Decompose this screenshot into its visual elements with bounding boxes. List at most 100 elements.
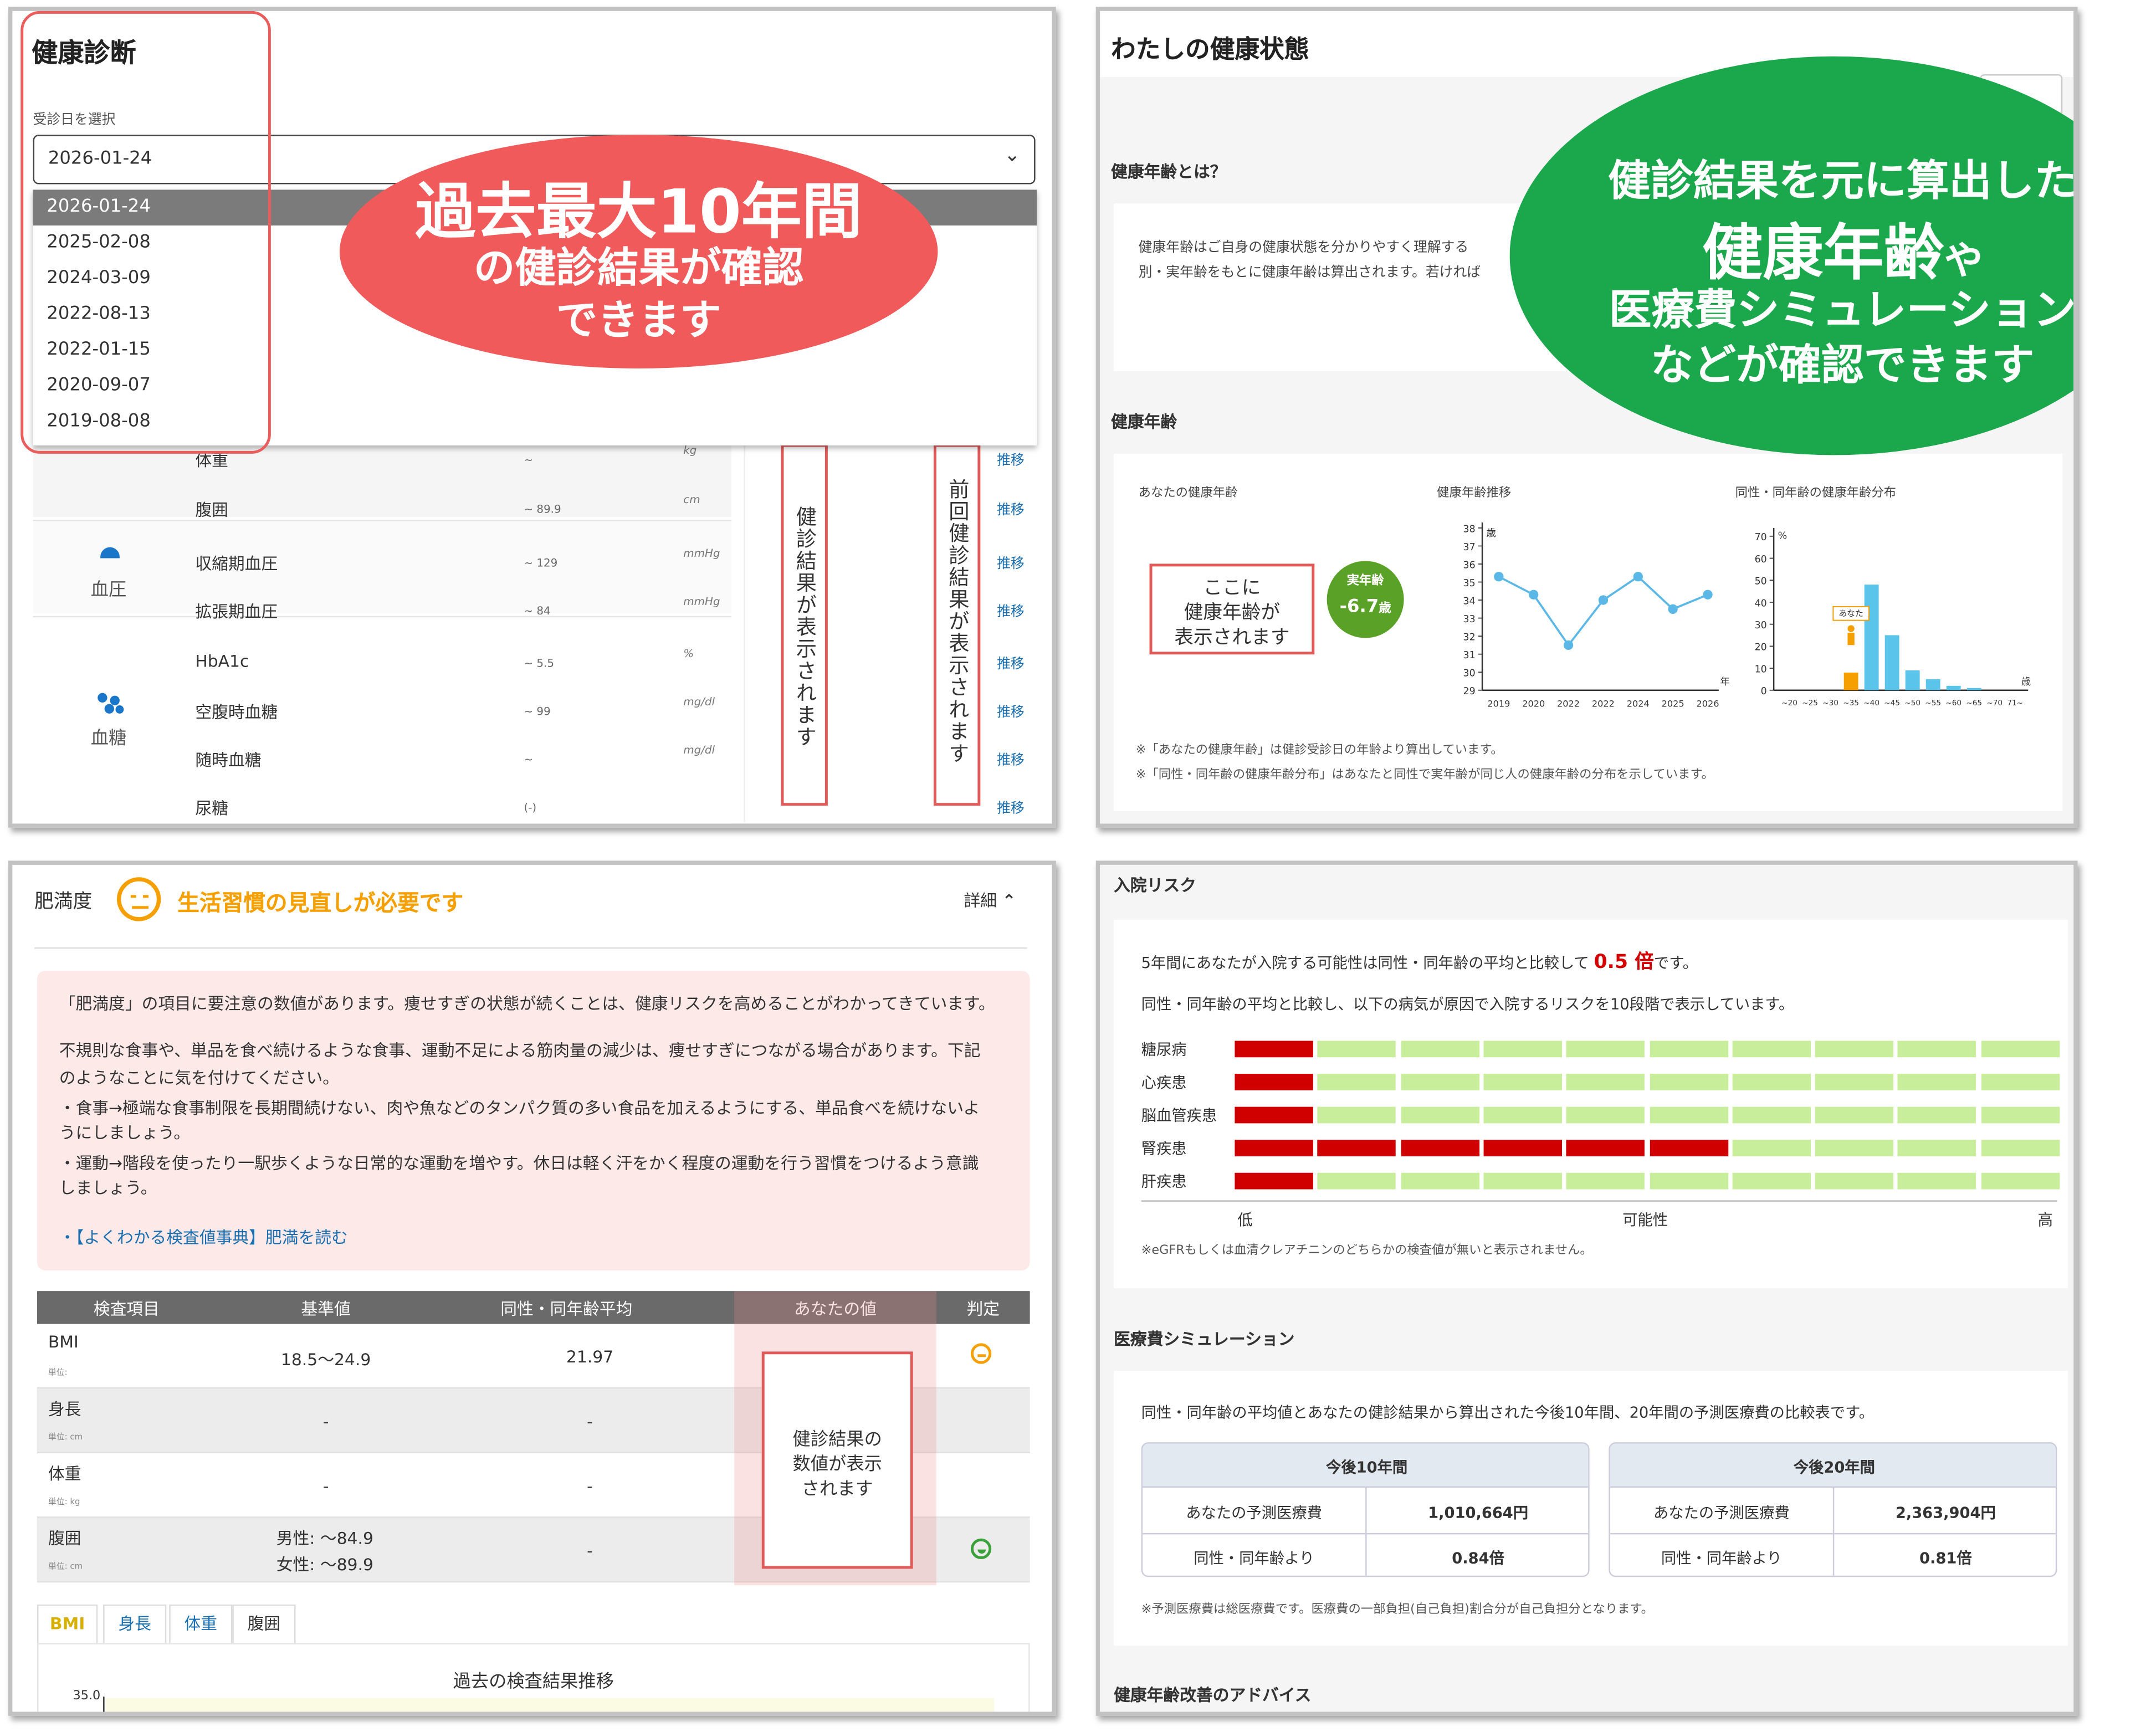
trend-chart-ytick: 35.0 <box>73 1689 101 1704</box>
obesity-status: 生活習慣の見直しが必要です <box>177 889 464 916</box>
health-age-distribution-chart: 0 10 20 30 40 50 60 70 % 歳 ~20 ~25 ~30 ~35 ~40 ~45 ~50 ~5… <box>1755 527 2031 708</box>
y-tick-label: 36 <box>1463 560 1476 571</box>
hospitalization-summary: 5年間にあなたが入院する可能性は同性・同年齢の平均と比較して 0.5 倍です。 <box>1141 951 1698 973</box>
test-item-name: 収縮期血圧 <box>195 554 278 573</box>
test-item-unit: mg/dl <box>683 695 715 708</box>
y-tick-label: 50 <box>1755 576 1767 587</box>
cost-table-20y: 今後20年間 あなたの予測医療費 2,363,904円 同性・同年齢より 0.8… <box>1609 1442 2057 1577</box>
x-tick-label: 71~ <box>2007 699 2023 708</box>
trend-link[interactable]: 推移 <box>997 796 1025 817</box>
your-value-line1: 健診結果の <box>792 1429 882 1451</box>
advice-section-title: 健康年齢改善のアドバイス <box>1114 1685 1312 1705</box>
risk-segment <box>1235 1041 1313 1058</box>
obesity-label: 肥満度 <box>34 891 93 913</box>
test-item-name: 随時血糖 <box>195 750 262 770</box>
x-tick-label: ~25 <box>1802 699 1818 708</box>
row-standard: 男性: ～84.9 <box>276 1529 373 1549</box>
risk-segment <box>1898 1074 1976 1090</box>
test-item-range: ~ 129 <box>524 557 558 570</box>
risk-segment <box>1566 1041 1645 1058</box>
risk-segment <box>1898 1140 1976 1156</box>
hospitalization-title: 入院リスク <box>1114 875 1196 895</box>
advice-text: 不規則な食事や、単品を食べ続けるような食事、運動不足による筋肉量の減少は、痩せす… <box>59 1041 981 1060</box>
face-meh-icon <box>116 877 161 921</box>
hospitalization-panel: 入院リスク 5年間にあなたが入院する可能性は同性・同年齢の平均と比較して 0.5… <box>1095 860 2078 1716</box>
risk-label: 脳血管疾患 <box>1141 1106 1217 1125</box>
trend-link[interactable]: 推移 <box>997 498 1025 518</box>
your-value-line2: 数値が表示 <box>792 1454 882 1475</box>
row-item-name: 腹囲 <box>48 1529 81 1549</box>
risk-segment <box>1649 1140 1728 1156</box>
risk-segment <box>1815 1140 1894 1156</box>
placeholder-line2: 健康年齢が <box>1184 602 1281 624</box>
judgement-meh-icon <box>970 1343 992 1364</box>
y-tick-label: 29 <box>1463 686 1476 697</box>
tab-身長[interactable]: 身長 <box>103 1604 167 1643</box>
risk-segment <box>1400 1041 1479 1058</box>
table-header: 基準値 <box>301 1299 351 1319</box>
table-header: 検査項目 <box>93 1299 160 1319</box>
you-marker-label: あなた <box>1839 608 1863 618</box>
y-tick-label: 31 <box>1463 650 1476 661</box>
cost-20y-value-2: 0.81倍 <box>1919 1549 1972 1567</box>
trend-point <box>1633 572 1643 582</box>
tab-体重[interactable]: 体重 <box>169 1604 233 1643</box>
risk-segment <box>1566 1074 1645 1090</box>
test-item-unit: cm <box>683 493 700 506</box>
dropdown-highlight-frame <box>21 11 271 454</box>
test-item-range: ~ <box>524 453 534 467</box>
chevron-down-icon: ⌄ <box>1004 144 1021 167</box>
blood-sugar-icon <box>98 693 125 715</box>
results-table <box>33 423 732 824</box>
risk-segment <box>1815 1041 1894 1058</box>
y-tick-label: 32 <box>1463 632 1476 643</box>
risk-segment <box>1318 1074 1396 1090</box>
cost-10y-label-1: あなたの予測医療費 <box>1186 1504 1322 1523</box>
risk-segment <box>1898 1172 1976 1190</box>
trend-link[interactable]: 推移 <box>997 599 1025 620</box>
risk-segment <box>1732 1140 1811 1156</box>
test-item-range: (-) <box>524 801 537 814</box>
x-tick-label: ~70 <box>1986 699 2003 708</box>
risk-label: 心疾患 <box>1141 1074 1187 1092</box>
y-tick-label: 33 <box>1463 614 1476 625</box>
risk-label: 腎疾患 <box>1141 1140 1187 1158</box>
y-tick-label: 34 <box>1463 596 1476 607</box>
test-item-range: ~ 5.5 <box>524 657 554 670</box>
tab-腹囲[interactable]: 腹囲 <box>232 1604 296 1643</box>
health-age-section-title: 健康年齢 <box>1111 412 1177 432</box>
hospitalization-description: 同性・同年齢の平均と比較し、以下の病気が原因で入院するリスクを10段階で表示して… <box>1141 995 1794 1013</box>
row-standard: - <box>322 1412 329 1432</box>
detail-toggle[interactable]: 詳細 ⌃ <box>964 888 1016 911</box>
checkup-panel: 健康診断 受診日を選択 2026-01-24 ⌄ 体重~kg-推移腹囲~ 89.… <box>8 7 1056 828</box>
x-tick-label: 2019 <box>1487 698 1510 709</box>
row-standard: 18.5～24.9 <box>280 1350 371 1370</box>
trend-link[interactable]: 推移 <box>997 652 1025 672</box>
health-age-question: 健康年齢とは？ <box>1111 162 1227 182</box>
x-tick-label: ~20 <box>1781 699 1797 708</box>
row-item-unit: 単位: kg <box>48 1497 80 1507</box>
note-health-age: ※「あなたの健康年齢」は健診受診日の年齢より算出しています。 <box>1135 744 1503 758</box>
risk-segment <box>1981 1140 2060 1156</box>
row-average: - <box>587 1477 593 1496</box>
risk-segment <box>1235 1074 1313 1090</box>
health-age-description-2: 別・実年齢をもとに健康年齢は算出されます。若ければ <box>1138 265 1481 281</box>
y-tick-label: 37 <box>1463 542 1476 553</box>
trend-link[interactable]: 推移 <box>997 551 1025 572</box>
risk-segment <box>1235 1140 1313 1156</box>
trend-link[interactable]: 推移 <box>997 748 1025 768</box>
risk-segment <box>1483 1074 1562 1090</box>
risk-segment <box>1732 1106 1811 1124</box>
row-item-name: 体重 <box>48 1464 81 1484</box>
risk-segment <box>1318 1172 1396 1190</box>
risk-segment <box>1898 1106 1976 1124</box>
trend-link[interactable]: 推移 <box>997 448 1025 469</box>
note-distribution: ※「同性・同年齢の健康年齢分布」はあなたと同性で実年齢が同じ人の健康年齢の分布を… <box>1135 768 1714 782</box>
tab-BMI[interactable]: BMI <box>37 1604 98 1643</box>
y-axis-unit: % <box>1778 531 1788 542</box>
obesity-dictionary-link[interactable]: ・【よくわかる検査値事典】肥満を読む <box>59 1225 348 1248</box>
x-tick-label: ~65 <box>1966 699 1982 708</box>
trend-link[interactable]: 推移 <box>997 700 1025 720</box>
x-tick-label: 2024 <box>1627 698 1650 709</box>
trend-chart-title: 過去の検査結果推移 <box>453 1672 614 1693</box>
